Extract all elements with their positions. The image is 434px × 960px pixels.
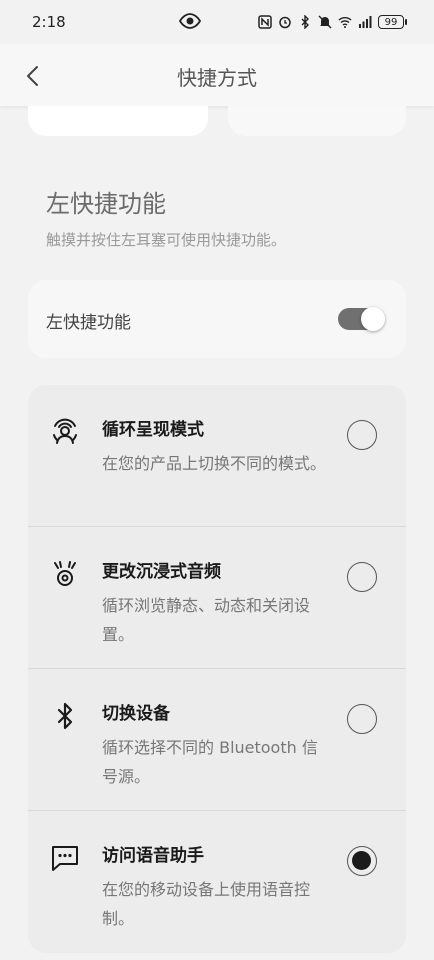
immersive-audio-icon — [54, 561, 76, 586]
status-time: 2:18 — [32, 13, 66, 31]
left-shortcut-toggle[interactable] — [338, 307, 385, 331]
option-title: 切换设备 — [102, 704, 170, 724]
left-earbud-card[interactable] — [28, 106, 208, 136]
person-focus-icon — [53, 418, 77, 444]
option-description: 在您的移动设备上使用语音控制。 — [102, 880, 311, 928]
nfc-icon — [258, 15, 272, 29]
bluetooth-status-icon — [301, 15, 309, 29]
right-earbud-card[interactable] — [228, 106, 406, 136]
eye-icon — [179, 13, 201, 29]
shortcut-options-list: 循环呈现模式 在您的产品上切换不同的模式。 更改沉浸式音频 循环浏览静态、动态和… — [28, 385, 406, 953]
option-title: 访问语音助手 — [102, 846, 204, 866]
option-voice-assistant[interactable]: 访问语音助手 在您的移动设备上使用语音控制。 — [28, 811, 406, 953]
option-description: 循环浏览静态、动态和关闭设置。 — [102, 596, 311, 644]
option-title: 更改沉浸式音频 — [102, 562, 221, 582]
option-title: 循环呈现模式 — [102, 420, 204, 440]
radio-button-selected[interactable] — [347, 846, 377, 876]
option-cycle-modes[interactable]: 循环呈现模式 在您的产品上切换不同的模式。 — [28, 385, 406, 527]
option-description: 循环选择不同的 Bluetooth 信号源。 — [102, 738, 318, 786]
alarm-icon — [279, 16, 291, 29]
bluetooth-icon — [57, 702, 73, 730]
earbud-cards — [0, 106, 434, 136]
signal-icon — [359, 16, 372, 28]
battery-indicator: 99 — [378, 15, 407, 29]
app-header: 快捷方式 — [0, 44, 434, 106]
section-description: 触摸并按住左耳塞可使用快捷功能。 — [46, 231, 287, 249]
radio-button[interactable] — [347, 420, 377, 450]
battery-level: 99 — [384, 17, 398, 28]
option-immersive-audio[interactable]: 更改沉浸式音频 循环浏览静态、动态和关闭设置。 — [28, 527, 406, 669]
mute-icon — [318, 15, 332, 29]
section-title: 左快捷功能 — [46, 190, 166, 218]
left-shortcut-toggle-row: 左快捷功能 — [28, 280, 406, 358]
toggle-label: 左快捷功能 — [46, 313, 131, 333]
chat-bubble-icon — [52, 846, 78, 871]
radio-button[interactable] — [347, 562, 377, 592]
option-switch-device[interactable]: 切换设备 循环选择不同的 Bluetooth 信号源。 — [28, 669, 406, 811]
wifi-icon — [338, 17, 352, 28]
radio-button[interactable] — [347, 704, 377, 734]
page-title: 快捷方式 — [177, 66, 257, 90]
toggle-knob — [361, 307, 385, 331]
status-bar: 2:18 99 — [0, 0, 434, 44]
status-icons: 99 — [258, 15, 407, 29]
option-description: 在您的产品上切换不同的模式。 — [102, 454, 327, 473]
